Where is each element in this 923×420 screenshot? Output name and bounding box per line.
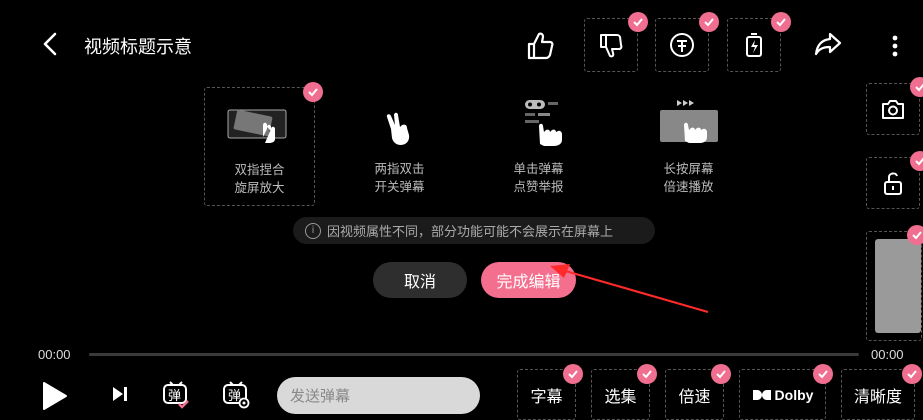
- speed-label: 倍速: [678, 386, 711, 406]
- page-title: 视频标题示意: [84, 37, 192, 58]
- danmaku-settings-button[interactable]: 弹: [222, 380, 250, 410]
- selected-check-icon: [303, 82, 323, 102]
- current-time: 00:00: [38, 347, 71, 362]
- subtitle-button[interactable]: 字幕: [517, 364, 583, 420]
- like-icon: [527, 32, 554, 60]
- share-icon: [814, 32, 842, 56]
- selected-check-icon: [771, 12, 791, 32]
- gesture-label-1: 长按屏幕: [663, 161, 714, 176]
- back-icon: [43, 32, 57, 56]
- selected-check-icon: [902, 364, 922, 384]
- dislike-button[interactable]: [584, 12, 648, 72]
- cancel-button[interactable]: 取消: [373, 262, 467, 298]
- coin-icon: [670, 33, 694, 57]
- gesture-long-press-card: 长按屏幕 倍速播放: [634, 87, 743, 204]
- danmaku-on-icon: 弹: [163, 381, 189, 409]
- gesture-label-1: 两指双击: [374, 161, 425, 176]
- screenshot-button[interactable]: [866, 77, 923, 135]
- two-finger-icon: [386, 112, 410, 145]
- selected-check-icon: [699, 12, 719, 32]
- play-button[interactable]: [40, 380, 68, 412]
- charge-button[interactable]: [727, 12, 791, 72]
- gesture-label-2: 旋屏放大: [234, 180, 285, 195]
- lock-button[interactable]: [866, 151, 923, 209]
- quality-button[interactable]: 清晰度: [841, 364, 922, 420]
- progress-track[interactable]: [89, 353, 859, 356]
- selected-check-icon: [813, 364, 833, 384]
- gesture-label-2: 点赞举报: [513, 179, 564, 194]
- more-icon: [892, 35, 898, 57]
- gesture-label-2: 倍速播放: [663, 179, 714, 194]
- unlock-icon: [884, 172, 902, 195]
- like-button[interactable]: [523, 29, 557, 63]
- share-button[interactable]: [812, 29, 844, 59]
- gesture-label-1: 双指捏合: [234, 162, 285, 177]
- selected-check-icon: [711, 364, 731, 384]
- quality-label: 清晰度: [853, 386, 902, 406]
- gesture-double-tap-card: 两指双击 开关弹幕: [345, 87, 454, 204]
- episodes-label: 选集: [604, 386, 637, 406]
- dislike-icon: [600, 34, 623, 58]
- info-icon: i: [305, 222, 321, 239]
- selected-check-icon: [910, 77, 923, 97]
- battery-charge-icon: [746, 33, 762, 57]
- dolby-logo-icon: [752, 389, 771, 400]
- selected-check-icon: [910, 151, 923, 171]
- camera-icon: [882, 100, 904, 119]
- selected-check-icon: [907, 225, 923, 245]
- side-panel-button[interactable]: [866, 225, 923, 341]
- gesture-label-1: 单击弹幕: [513, 161, 564, 176]
- selected-check-icon: [637, 364, 657, 384]
- hint-text: 因视频属性不同，部分功能可能不会展示在屏幕上: [327, 225, 614, 240]
- selected-check-icon: [563, 364, 583, 384]
- dolby-button[interactable]: Dolby: [739, 364, 833, 420]
- gesture-label-2: 开关弹幕: [374, 179, 425, 194]
- next-button[interactable]: [110, 384, 130, 404]
- side-panel-preview: [875, 239, 921, 333]
- svg-text:弹: 弹: [168, 389, 181, 404]
- danmaku-toggle-button[interactable]: 弹: [162, 380, 190, 410]
- total-time: 00:00: [871, 347, 904, 362]
- more-button[interactable]: [890, 33, 900, 59]
- gesture-danmaku-card: 单击弹幕 点赞举报: [484, 87, 593, 204]
- back-button[interactable]: [38, 30, 64, 58]
- speed-button[interactable]: 倍速: [665, 364, 731, 420]
- gesture-pinch-card[interactable]: 双指捏合 旋屏放大: [204, 82, 323, 206]
- dolby-label: Dolby: [774, 386, 814, 403]
- long-press-speed-icon: [660, 100, 718, 143]
- selected-check-icon: [628, 12, 648, 32]
- next-icon: [113, 387, 127, 401]
- pinch-rotate-icon: [227, 109, 287, 143]
- danmaku-settings-icon: 弹: [223, 381, 250, 409]
- play-icon: [43, 382, 67, 410]
- danmaku-input[interactable]: 发送弹幕: [277, 377, 480, 414]
- subtitle-label: 字幕: [530, 386, 563, 406]
- danmaku-tap-icon: [525, 100, 562, 146]
- episodes-button[interactable]: 选集: [591, 364, 657, 420]
- annotation-arrow-icon: [550, 264, 709, 314]
- feature-hint: i 因视频属性不同，部分功能可能不会展示在屏幕上: [293, 217, 655, 244]
- coin-button[interactable]: [655, 12, 719, 72]
